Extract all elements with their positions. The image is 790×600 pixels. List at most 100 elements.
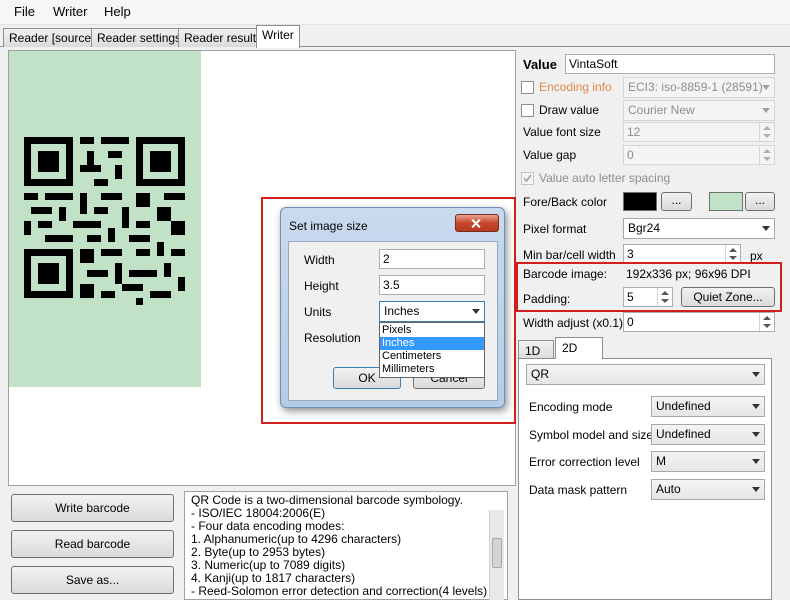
width-adjust-input[interactable]: 0 (623, 312, 775, 332)
encoding-mode-value: Undefined (656, 399, 711, 413)
tab-2d[interactable]: 2D (555, 337, 603, 359)
mask-pattern-value: Auto (656, 482, 681, 496)
mask-pattern-select[interactable]: Auto (651, 479, 765, 500)
chevron-down-icon (762, 85, 770, 90)
value-gap-label: Value gap (523, 148, 577, 162)
quiet-zone-button[interactable]: Quiet Zone... (681, 287, 775, 307)
menu-bar: File Writer Help (0, 0, 790, 25)
symbology-value: QR (531, 367, 549, 381)
tab-reader-results[interactable]: Reader results (178, 28, 269, 47)
spinner-arrows-icon[interactable] (725, 245, 740, 263)
fore-color-swatch (623, 192, 657, 211)
tab-reader-settings[interactable]: Reader settings (91, 28, 188, 47)
padding-input[interactable]: 5 (623, 287, 673, 307)
encoding-mode-select[interactable]: Undefined (651, 396, 765, 417)
units-option-pixels[interactable]: Pixels (380, 324, 484, 337)
dialog-title: Set image size (289, 219, 368, 233)
menu-writer[interactable]: Writer (53, 4, 87, 19)
save-as-button[interactable]: Save as... (11, 566, 174, 594)
dialog-body: Width 2 Height 3.5 Units Inches Resoluti… (288, 241, 498, 401)
close-icon[interactable] (455, 214, 499, 232)
spinner-arrows-icon[interactable] (657, 288, 672, 306)
error-level-label: Error correction level (529, 455, 640, 469)
width-input[interactable]: 2 (379, 249, 485, 269)
px-unit-label: px (750, 249, 763, 263)
width-adjust-value: 0 (627, 315, 634, 329)
resolution-label: Resolution (304, 331, 361, 345)
chevron-down-icon (762, 226, 770, 231)
font-value: Courier New (628, 103, 695, 117)
read-barcode-button[interactable]: Read barcode (11, 530, 174, 558)
menu-help[interactable]: Help (104, 4, 131, 19)
min-bar-width-input[interactable]: 3 (623, 244, 741, 264)
value-font-size-label: Value font size (523, 125, 601, 139)
barcode-image (9, 51, 201, 387)
chevron-down-icon (752, 372, 760, 377)
tab-1d[interactable]: 1D (518, 340, 554, 360)
write-barcode-button[interactable]: Write barcode (11, 494, 174, 522)
units-label: Units (304, 305, 332, 319)
chevron-down-icon (752, 432, 760, 437)
width-adjust-label: Width adjust (x0.1): (523, 316, 627, 330)
units-dropdown-list[interactable]: Pixels Inches Centimeters Millimeters (379, 322, 485, 378)
symbology-select[interactable]: QR (526, 364, 765, 385)
spinner-arrows-icon (759, 146, 774, 164)
value-input[interactable]: VintaSoft (565, 54, 775, 74)
font-select: Courier New (623, 100, 775, 121)
encoding-info-checkbox[interactable] (521, 81, 534, 94)
pixel-format-value: Bgr24 (628, 221, 661, 235)
value-font-size-value: 12 (627, 125, 641, 139)
min-bar-value: 3 (627, 247, 634, 261)
units-option-centimeters[interactable]: Centimeters (380, 350, 484, 363)
fore-color-button[interactable]: ... (661, 192, 692, 211)
back-color-button[interactable]: ... (745, 192, 775, 211)
height-label: Height (304, 279, 339, 293)
auto-spacing-label: Value auto letter spacing (539, 171, 671, 185)
encoding-info-select: ECI3: iso-8859-1 (28591) (623, 77, 775, 98)
tab-reader-source[interactable]: Reader [source] (3, 28, 101, 47)
padding-value: 5 (627, 290, 634, 304)
tab-writer[interactable]: Writer (256, 25, 300, 48)
chevron-down-icon (762, 108, 770, 113)
error-level-select[interactable]: M (651, 451, 765, 472)
qr-code-graphic (24, 137, 185, 305)
spinner-arrows-icon[interactable] (759, 313, 774, 331)
symbol-model-select[interactable]: Undefined (651, 424, 765, 445)
symbol-model-value: Undefined (656, 427, 711, 441)
draw-value-checkbox[interactable] (521, 104, 534, 117)
description-scrollbar[interactable] (489, 510, 504, 600)
width-label: Width (304, 253, 335, 267)
padding-label: Padding: (523, 292, 571, 306)
units-option-inches[interactable]: Inches (380, 337, 484, 350)
error-level-value: M (656, 454, 666, 468)
fore-back-color-label: Fore/Back color (523, 195, 608, 209)
mask-pattern-label: Data mask pattern (529, 483, 628, 497)
scroll-thumb[interactable] (492, 538, 502, 568)
value-gap-input: 0 (623, 145, 775, 165)
barcode-image-value: 192x336 px; 96x96 DPI (626, 267, 751, 281)
set-image-size-dialog: Set image size Width 2 Height 3.5 Units … (280, 207, 505, 408)
chevron-down-icon (472, 309, 480, 314)
units-value: Inches (384, 304, 420, 318)
symbol-model-label: Symbol model and size (529, 428, 654, 442)
back-color-swatch (709, 192, 743, 211)
chevron-down-icon (752, 459, 760, 464)
encoding-info-value: ECI3: iso-8859-1 (28591) (628, 80, 763, 94)
auto-spacing-checkbox (521, 172, 534, 185)
encoding-info-label: Encoding info (539, 80, 612, 94)
pixel-format-select[interactable]: Bgr24 (623, 218, 775, 239)
spinner-arrows-icon (759, 123, 774, 141)
checkmark-icon (523, 174, 532, 183)
height-input[interactable]: 3.5 (379, 275, 485, 295)
value-label: Value (523, 57, 557, 72)
chevron-down-icon (752, 487, 760, 492)
units-option-millimeters[interactable]: Millimeters (380, 363, 484, 376)
value-font-size-input: 12 (623, 122, 775, 142)
barcode-image-label: Barcode image: (523, 267, 608, 281)
chevron-down-icon (752, 404, 760, 409)
symbology-description: QR Code is a two-dimensional barcode sym… (184, 491, 508, 600)
menu-file[interactable]: File (14, 4, 35, 19)
units-select[interactable]: Inches (379, 301, 485, 322)
value-gap-value: 0 (627, 148, 634, 162)
draw-value-label: Draw value (539, 103, 600, 117)
